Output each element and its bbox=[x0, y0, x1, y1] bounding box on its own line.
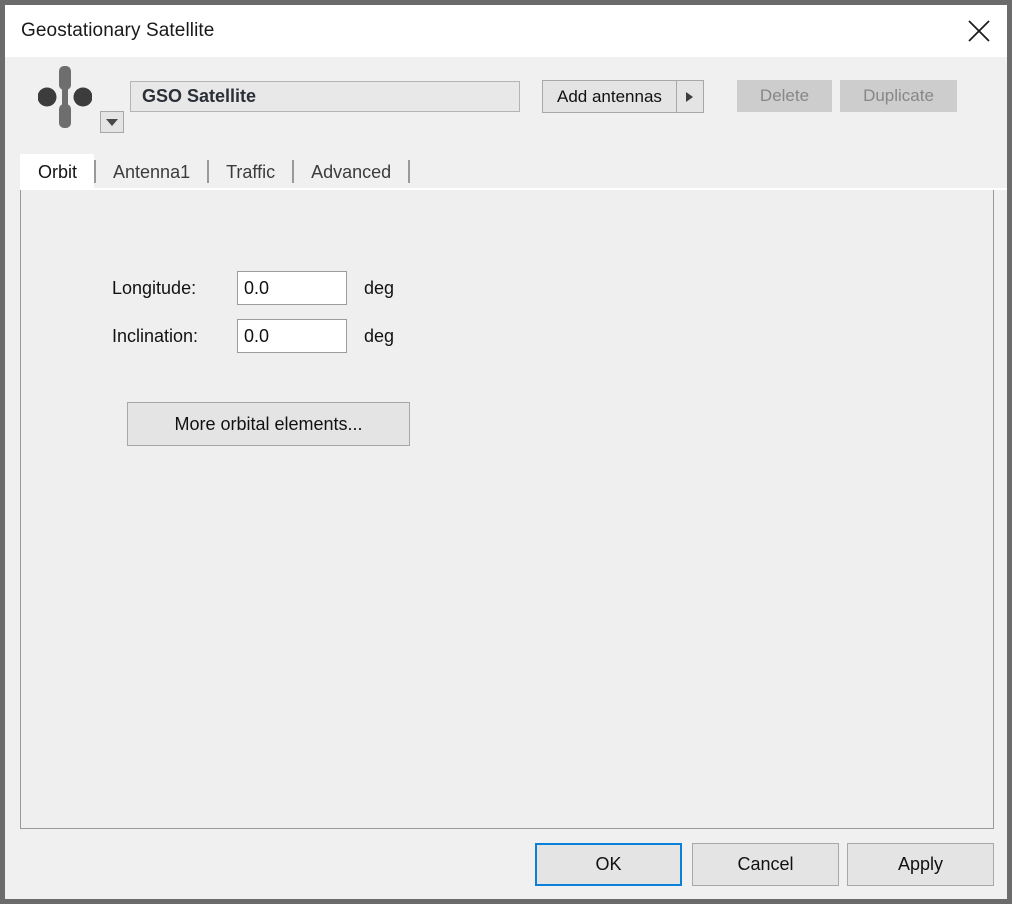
tab-label: Advanced bbox=[311, 161, 392, 182]
tab-bar: Orbit Antenna1 Traffic Advanced bbox=[20, 154, 1007, 190]
duplicate-button[interactable]: Duplicate bbox=[840, 80, 957, 112]
inclination-input[interactable] bbox=[237, 319, 347, 353]
more-orbital-elements-button[interactable]: More orbital elements... bbox=[127, 402, 410, 446]
tab-label: Traffic bbox=[226, 161, 276, 182]
add-antennas-split-button: Add antennas bbox=[542, 80, 704, 113]
dialog-window: Geostationary Satellite Add antennas bbox=[0, 0, 1012, 904]
apply-button[interactable]: Apply bbox=[847, 843, 994, 886]
satellite-icon bbox=[38, 66, 92, 128]
tab-advanced[interactable]: Advanced bbox=[294, 154, 408, 190]
longitude-row: Longitude: deg bbox=[112, 264, 394, 312]
inclination-row: Inclination: deg bbox=[112, 312, 394, 360]
tab-label: Orbit bbox=[38, 161, 78, 182]
tab-separator bbox=[408, 160, 411, 183]
add-antennas-button[interactable]: Add antennas bbox=[542, 80, 677, 113]
longitude-unit: deg bbox=[364, 277, 395, 298]
orbit-tab-panel: Longitude: deg Inclination: deg More orb… bbox=[20, 190, 994, 829]
close-icon[interactable] bbox=[951, 5, 1007, 57]
inclination-label: Inclination: bbox=[112, 325, 199, 346]
cancel-button[interactable]: Cancel bbox=[692, 843, 839, 886]
title-bar: Geostationary Satellite bbox=[5, 5, 1007, 57]
preset-dropdown-button[interactable] bbox=[100, 111, 124, 133]
caret-right-icon bbox=[686, 91, 694, 102]
dialog-title: Geostationary Satellite bbox=[21, 20, 215, 41]
ok-button[interactable]: OK bbox=[535, 843, 682, 886]
longitude-input[interactable] bbox=[237, 271, 347, 305]
dialog-footer: OK Cancel Apply bbox=[5, 829, 1007, 899]
tab-traffic[interactable]: Traffic bbox=[209, 154, 292, 190]
tab-orbit[interactable]: Orbit bbox=[20, 154, 95, 190]
delete-button[interactable]: Delete bbox=[737, 80, 832, 112]
orbit-form: Longitude: deg Inclination: deg bbox=[112, 264, 394, 360]
chevron-down-icon bbox=[106, 118, 118, 126]
tab-label: Antenna1 bbox=[113, 161, 191, 182]
satellite-name-input[interactable] bbox=[130, 81, 520, 112]
longitude-label: Longitude: bbox=[112, 277, 197, 298]
add-antennas-dropdown-arrow[interactable] bbox=[676, 80, 704, 113]
header-toolbar: Add antennas Delete Duplicate bbox=[5, 57, 1007, 154]
inclination-unit: deg bbox=[364, 325, 395, 346]
tab-antenna1[interactable]: Antenna1 bbox=[96, 154, 207, 190]
